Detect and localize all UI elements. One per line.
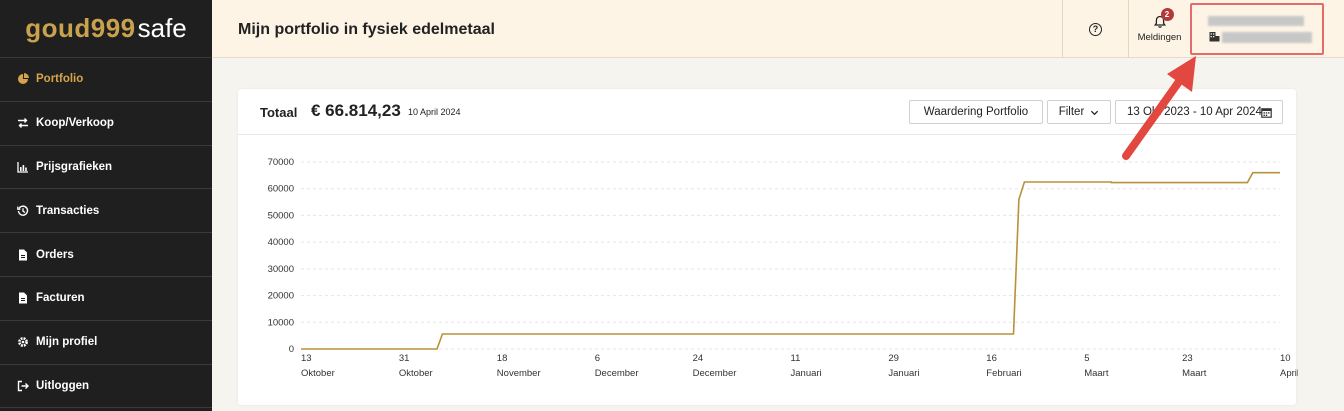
exchange-icon bbox=[17, 117, 29, 129]
x-tick-month: December bbox=[693, 368, 737, 379]
document-icon bbox=[17, 292, 29, 304]
x-tick-month: April bbox=[1280, 368, 1298, 379]
blurred-user-name bbox=[1208, 16, 1304, 26]
logo[interactable]: goud999 safe bbox=[0, 0, 212, 58]
sidebar-item-label: Prijsgrafieken bbox=[36, 160, 113, 173]
chevron-down-icon bbox=[1091, 110, 1099, 115]
sidebar-item-label: Uitloggen bbox=[36, 379, 90, 392]
sidebar-item-orders[interactable]: Orders bbox=[0, 233, 212, 277]
logo-text-safe: safe bbox=[137, 13, 187, 43]
x-tick-day: 23 bbox=[1182, 353, 1193, 364]
x-tick-month: Maart bbox=[1182, 368, 1207, 379]
notifications-button[interactable]: 2 Meldingen bbox=[1128, 0, 1190, 58]
sidebar-item-mijn-profiel[interactable]: Mijn profiel bbox=[0, 321, 212, 365]
notifications-label: Meldingen bbox=[1137, 32, 1182, 43]
x-tick-day: 18 bbox=[497, 353, 508, 364]
history-icon bbox=[17, 205, 29, 217]
sidebar-item-label: Facturen bbox=[36, 292, 85, 305]
x-tick-day: 13 bbox=[301, 353, 312, 364]
sidebar-item-label: Portfolio bbox=[36, 73, 84, 86]
bar-chart-icon bbox=[17, 161, 29, 173]
y-tick-label: 30000 bbox=[268, 264, 294, 275]
x-tick-month: Maart bbox=[1084, 368, 1109, 379]
y-tick-label: 40000 bbox=[268, 237, 294, 248]
y-tick-label: 20000 bbox=[268, 291, 294, 302]
y-tick-label: 50000 bbox=[268, 210, 294, 221]
sidebar-item-label: Orders bbox=[36, 248, 74, 261]
sidebar: goud999 safe Portfolio Koop/Verkoop Prijsgr… bbox=[0, 0, 212, 411]
card-header: Totaal € 66.814,23 10 April 2024 Waarder… bbox=[238, 89, 1296, 135]
sidebar-item-transacties[interactable]: Transacties bbox=[0, 189, 212, 234]
date-range-picker[interactable]: 13 Okt 2023 - 10 Apr 2024 bbox=[1115, 100, 1283, 124]
logout-icon bbox=[17, 380, 29, 392]
header: Mijn portfolio in fysiek edelmetaal ? 2 … bbox=[212, 0, 1344, 58]
sidebar-item-facturen[interactable]: Facturen bbox=[0, 277, 212, 321]
filter-button-label: Filter bbox=[1058, 106, 1085, 118]
x-tick-month: December bbox=[595, 368, 639, 379]
sidebar-item-label: Transacties bbox=[36, 204, 100, 217]
x-tick-month: Oktober bbox=[399, 368, 433, 379]
portfolio-value-chart: 70000 60000 50000 40000 30000 20000 10000 0 13 Ok… bbox=[268, 157, 1298, 379]
gear-icon bbox=[17, 336, 29, 348]
x-tick-month: Februari bbox=[986, 368, 1021, 379]
sidebar-item-portfolio[interactable]: Portfolio bbox=[0, 58, 212, 102]
filter-button[interactable]: Filter bbox=[1047, 100, 1111, 124]
total-label: Totaal bbox=[260, 105, 298, 120]
x-tick-month: Januari bbox=[791, 368, 822, 379]
total-date: 10 April 2024 bbox=[408, 107, 461, 117]
document-icon bbox=[17, 249, 29, 261]
help-button[interactable]: ? bbox=[1062, 0, 1128, 58]
x-tick-day: 31 bbox=[399, 353, 410, 364]
building-icon bbox=[1209, 32, 1220, 42]
user-account-menu[interactable] bbox=[1190, 3, 1324, 55]
x-tick-day: 24 bbox=[693, 353, 704, 364]
portfolio-valuation-button[interactable]: Waardering Portfolio bbox=[909, 100, 1043, 124]
x-tick-day: 5 bbox=[1084, 353, 1089, 364]
x-tick-day: 29 bbox=[888, 353, 899, 364]
x-tick-month: Oktober bbox=[301, 368, 335, 379]
sidebar-item-label: Koop/Verkoop bbox=[36, 117, 114, 130]
bell-icon: 2 bbox=[1153, 8, 1174, 29]
calendar-icon bbox=[1261, 108, 1272, 118]
x-tick-day: 11 bbox=[791, 353, 801, 364]
logo-text-goud: goud999 bbox=[25, 13, 136, 43]
x-tick-month: November bbox=[497, 368, 541, 379]
y-tick-label: 10000 bbox=[268, 317, 294, 328]
x-tick-day: 16 bbox=[986, 353, 997, 364]
help-icon: ? bbox=[1089, 22, 1102, 36]
date-range-label: 13 Okt 2023 - 10 Apr 2024 bbox=[1127, 106, 1262, 118]
y-tick-label: 70000 bbox=[268, 157, 294, 168]
sidebar-item-label: Mijn profiel bbox=[36, 336, 98, 349]
y-tick-label: 60000 bbox=[268, 184, 294, 195]
x-tick-day: 6 bbox=[595, 353, 600, 364]
sidebar-item-uitloggen[interactable]: Uitloggen bbox=[0, 365, 212, 409]
pie-chart-icon bbox=[17, 73, 29, 85]
sidebar-item-koop-verkoop[interactable]: Koop/Verkoop bbox=[0, 102, 212, 146]
x-tick-month: Januari bbox=[888, 368, 919, 379]
notification-badge: 2 bbox=[1160, 8, 1174, 21]
y-tick-label: 0 bbox=[289, 344, 294, 355]
x-tick-day: 10 bbox=[1280, 353, 1291, 364]
blurred-company-name bbox=[1222, 32, 1312, 43]
sidebar-item-prijsgrafieken[interactable]: Prijsgrafieken bbox=[0, 146, 212, 190]
total-value: € 66.814,23 bbox=[311, 101, 401, 120]
page-title: Mijn portfolio in fysiek edelmetaal bbox=[238, 21, 495, 38]
